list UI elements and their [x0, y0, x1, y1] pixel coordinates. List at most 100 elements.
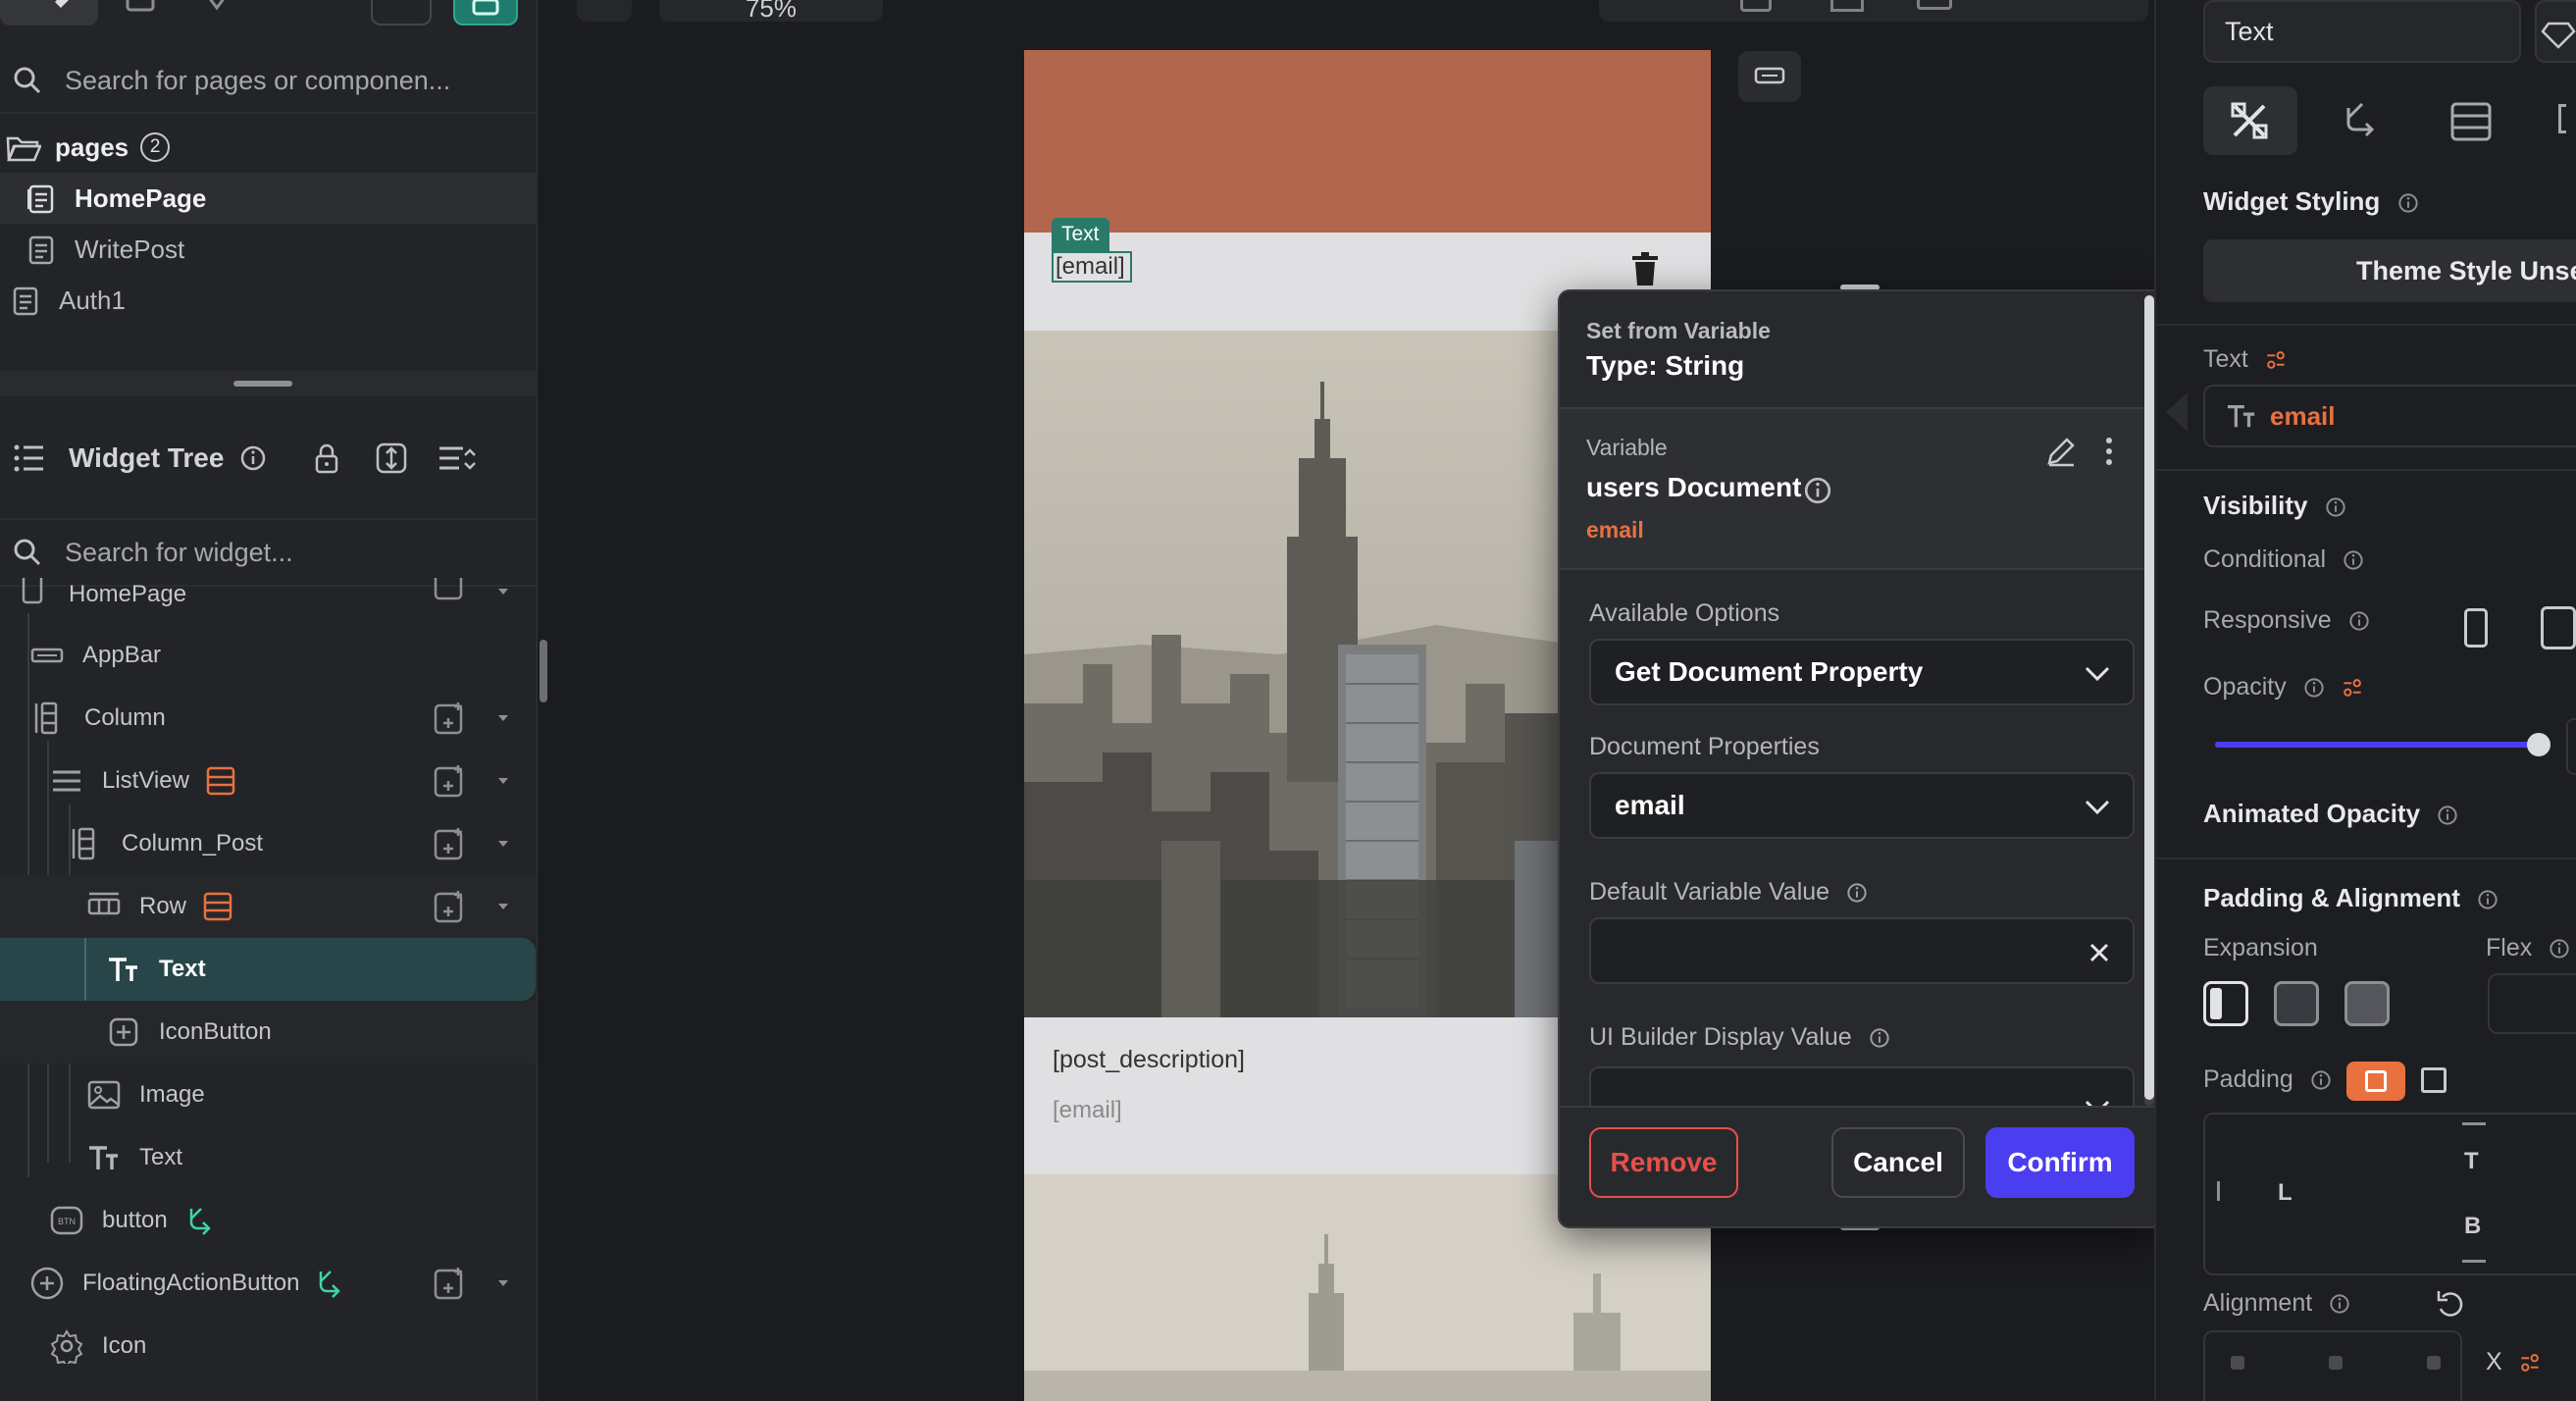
flex-value-field[interactable]	[2488, 973, 2576, 1034]
info-icon[interactable]	[2303, 677, 2325, 699]
info-icon[interactable]	[1803, 476, 1832, 505]
add-child-icon[interactable]	[433, 700, 468, 736]
tree-item-column[interactable]: Column	[0, 687, 536, 750]
widget-search[interactable]: Search for widget...	[0, 518, 536, 587]
backend-query-icon[interactable]	[202, 891, 233, 922]
reset-icon[interactable]	[2435, 1287, 2468, 1321]
desktop-icon[interactable]	[1917, 0, 1952, 10]
caret-down-icon[interactable]	[495, 899, 511, 914]
library-tab-button[interactable]	[116, 0, 165, 26]
theme-style-select[interactable]: Theme Style Unse	[2203, 239, 2576, 302]
device-toolbar[interactable]	[1599, 0, 2148, 22]
info-icon[interactable]	[1846, 882, 1868, 904]
caret-down-icon[interactable]	[495, 836, 511, 852]
tree-item-listview[interactable]: ListView	[0, 750, 536, 812]
tree-item-floatingactionbutton[interactable]: FloatingActionButton	[0, 1252, 536, 1315]
info-icon[interactable]	[2397, 192, 2419, 214]
opacity-value-field[interactable]	[2566, 718, 2576, 775]
dialog-scrollbar[interactable]	[2144, 295, 2154, 1106]
selected-text-widget[interactable]: [email]	[1052, 251, 1132, 283]
tablet-visibility-toggle[interactable]	[2541, 606, 2576, 649]
pencil-tab-button[interactable]	[0, 0, 98, 26]
text-value-field[interactable]: email	[2203, 385, 2576, 447]
action-flow-icon[interactable]	[185, 1205, 217, 1236]
expansion-expanded-toggle[interactable]	[2344, 981, 2390, 1026]
info-icon[interactable]	[239, 444, 267, 472]
tablet-icon[interactable]	[1740, 0, 1772, 12]
tree-item-iconbutton[interactable]: IconButton	[0, 1001, 536, 1064]
tree-item-text[interactable]: Text	[0, 1126, 536, 1189]
info-icon[interactable]	[2477, 889, 2499, 910]
info-icon[interactable]	[2329, 1293, 2350, 1315]
add-child-icon[interactable]	[433, 826, 468, 861]
padding-bottom-handle[interactable]	[2462, 1260, 2486, 1264]
tab-more[interactable]	[2558, 104, 2566, 133]
page-item-writepost[interactable]: WritePost	[0, 224, 536, 275]
caret-down-icon[interactable]	[495, 584, 511, 599]
padding-mode-all-toggle[interactable]	[2346, 1062, 2405, 1101]
tree-item-homepage[interactable]: HomePage	[0, 578, 536, 611]
info-icon[interactable]	[1869, 1027, 1890, 1049]
pages-search[interactable]: Search for pages or componen...	[0, 49, 536, 114]
padding-top-handle[interactable]	[2462, 1122, 2486, 1126]
tab-actions[interactable]	[2323, 86, 2401, 155]
preview-toggle-button[interactable]	[1738, 51, 1801, 102]
trash-icon[interactable]	[1630, 252, 1660, 287]
info-icon[interactable]	[2325, 496, 2346, 518]
grid-icon[interactable]	[1830, 0, 1864, 12]
padding-left-handle[interactable]	[2217, 1181, 2221, 1201]
tree-scrollbar[interactable]	[540, 640, 547, 702]
add-child-icon[interactable]	[433, 889, 468, 924]
tree-item-row[interactable]: Row	[0, 875, 536, 938]
backend-query-icon[interactable]	[205, 765, 236, 797]
padding-mode-each-toggle[interactable]	[2421, 1067, 2447, 1093]
collapse-button[interactable]	[371, 0, 432, 26]
padding-editor[interactable]: L T B	[2203, 1113, 2576, 1275]
tab-backend-query[interactable]	[2431, 86, 2509, 155]
available-options-select[interactable]: Get Document Property	[1589, 639, 2135, 705]
widget-name-input[interactable]: Text	[2203, 0, 2521, 63]
remove-button[interactable]: Remove	[1589, 1127, 1738, 1198]
edit-icon[interactable]	[2044, 435, 2078, 468]
diamond-button[interactable]	[2535, 0, 2576, 63]
tree-item-image[interactable]: Image	[0, 1064, 536, 1126]
post-description[interactable]: [post_description]	[1053, 1046, 1245, 1074]
cancel-button[interactable]: Cancel	[1831, 1127, 1965, 1198]
info-icon[interactable]	[2343, 549, 2364, 571]
pages-folder[interactable]: pages 2	[0, 126, 536, 169]
tree-item-column-post[interactable]: Column_Post	[0, 812, 536, 875]
add-child-icon[interactable]	[433, 578, 468, 601]
info-icon[interactable]	[2310, 1069, 2332, 1091]
variable-settings-icon[interactable]	[2519, 1352, 2541, 1374]
phone-visibility-toggle[interactable]	[2464, 608, 2488, 648]
post-email[interactable]: [email]	[1053, 1097, 1122, 1124]
expansion-flexible-toggle[interactable]	[2274, 981, 2319, 1026]
default-value-input[interactable]	[1589, 917, 2135, 984]
panel-splitter[interactable]	[0, 371, 536, 396]
animated-opacity-section[interactable]: Animated Opacity	[2156, 775, 2576, 857]
add-page-button[interactable]	[453, 0, 518, 26]
page-item-auth1[interactable]: Auth1	[0, 275, 536, 326]
info-icon[interactable]	[2437, 804, 2458, 826]
tree-item-appbar[interactable]: AppBar	[0, 624, 536, 687]
tree-item-icon[interactable]: Icon	[0, 1315, 536, 1377]
add-child-icon[interactable]	[433, 1266, 468, 1301]
more-vertical-icon[interactable]	[2101, 435, 2117, 468]
filter-list-icon[interactable]	[438, 443, 477, 473]
info-icon[interactable]	[2348, 610, 2370, 632]
tree-item-text-selected[interactable]: Text	[0, 938, 536, 1001]
page-item-homepage[interactable]: HomePage	[0, 173, 536, 224]
caret-down-icon[interactable]	[495, 773, 511, 789]
clear-icon[interactable]	[2087, 941, 2111, 964]
zoom-control[interactable]: 75%	[659, 0, 883, 22]
tree-item-button[interactable]: BTN button	[0, 1189, 536, 1252]
lock-icon[interactable]	[312, 441, 341, 475]
document-properties-select[interactable]: email	[1589, 772, 2135, 839]
expand-collapse-icon[interactable]	[375, 441, 408, 475]
caret-down-icon[interactable]	[495, 1275, 511, 1291]
action-flow-icon[interactable]	[315, 1268, 346, 1299]
tab-properties[interactable]	[2203, 86, 2297, 155]
variable-settings-icon[interactable]	[2342, 677, 2363, 699]
ui-display-select[interactable]	[1589, 1066, 2135, 1106]
variable-settings-icon[interactable]	[2265, 349, 2287, 371]
